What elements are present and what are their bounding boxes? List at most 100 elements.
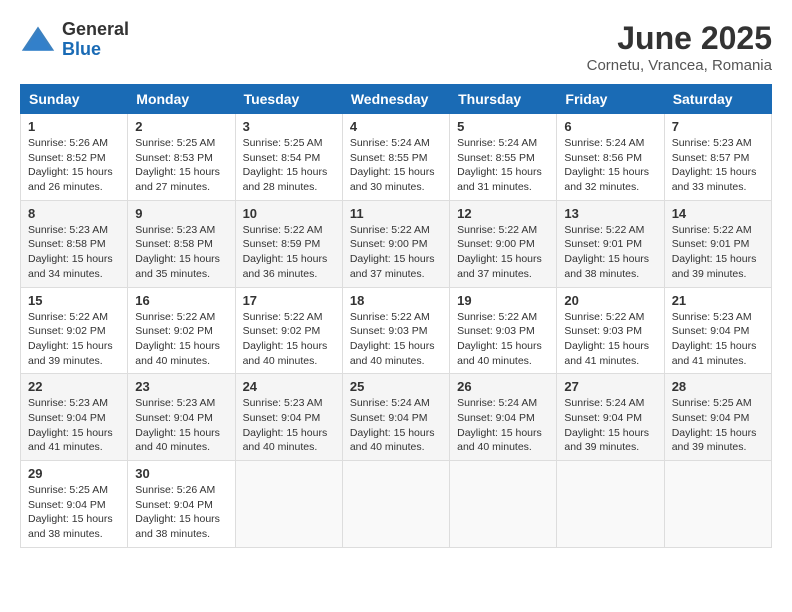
- day-number: 6: [564, 119, 656, 134]
- calendar-subtitle: Cornetu, Vrancea, Romania: [587, 57, 772, 74]
- logo-general-text: General: [62, 20, 129, 40]
- day-number: 7: [672, 119, 764, 134]
- calendar-cell: 12 Sunrise: 5:22 AMSunset: 9:00 PMDayligh…: [450, 200, 557, 287]
- day-number: 13: [564, 206, 656, 221]
- calendar-cell: 3Sunrise: 5:25 AMSunset: 8:54 PMDaylight…: [235, 114, 342, 201]
- day-number: 20: [564, 293, 656, 308]
- calendar-cell: 2 Sunrise: 5:25 AMSunset: 8:53 PMDaylight…: [128, 114, 235, 201]
- day-number: 5: [457, 119, 549, 134]
- logo-blue-text: Blue: [62, 40, 129, 60]
- calendar-table: SundayMondayTuesdayWednesdayThursdayFrid…: [20, 84, 772, 548]
- calendar-cell: [235, 461, 342, 548]
- day-number: 19: [457, 293, 549, 308]
- day-info: Sunrise: 5:26 AMSunset: 8:52 PMDaylight:…: [28, 136, 120, 195]
- day-info: Sunrise: 5:22 AMSunset: 9:01 PMDaylight:…: [564, 223, 656, 282]
- calendar-cell: 9Sunrise: 5:23 AMSunset: 8:58 PMDaylight…: [128, 200, 235, 287]
- day-number: 30: [135, 466, 227, 481]
- day-number: 21: [672, 293, 764, 308]
- logo-icon: [20, 22, 56, 58]
- calendar-cell: [664, 461, 771, 548]
- day-number: 23: [135, 379, 227, 394]
- day-number: 26: [457, 379, 549, 394]
- day-number: 14: [672, 206, 764, 221]
- calendar-header-row: SundayMondayTuesdayWednesdayThursdayFrid…: [21, 85, 772, 114]
- column-header-friday: Friday: [557, 85, 664, 114]
- calendar-cell: 11 Sunrise: 5:22 AMSunset: 9:00 PMDayligh…: [342, 200, 449, 287]
- day-info: Sunrise: 5:22 AMSunset: 9:02 PMDaylight:…: [243, 310, 335, 369]
- column-header-sunday: Sunday: [21, 85, 128, 114]
- day-number: 4: [350, 119, 442, 134]
- calendar-cell: 27 Sunrise: 5:24 AMSunset: 9:04 PMDayligh…: [557, 374, 664, 461]
- day-number: 11: [350, 206, 442, 221]
- day-info: Sunrise: 5:23 AMSunset: 9:04 PMDaylight:…: [672, 310, 764, 369]
- day-number: 24: [243, 379, 335, 394]
- column-header-thursday: Thursday: [450, 85, 557, 114]
- day-info: Sunrise: 5:23 AMSunset: 8:58 PMDaylight:…: [135, 223, 227, 282]
- day-info: Sunrise: 5:24 AMSunset: 9:04 PMDaylight:…: [564, 396, 656, 455]
- calendar-cell: 21 Sunrise: 5:23 AMSunset: 9:04 PMDayligh…: [664, 287, 771, 374]
- day-info: Sunrise: 5:25 AMSunset: 8:53 PMDaylight:…: [135, 136, 227, 195]
- calendar-cell: 16 Sunrise: 5:22 AMSunset: 9:02 PMDayligh…: [128, 287, 235, 374]
- day-number: 18: [350, 293, 442, 308]
- day-number: 16: [135, 293, 227, 308]
- column-header-saturday: Saturday: [664, 85, 771, 114]
- day-info: Sunrise: 5:25 AMSunset: 9:04 PMDaylight:…: [672, 396, 764, 455]
- day-number: 2: [135, 119, 227, 134]
- calendar-cell: 6 Sunrise: 5:24 AMSunset: 8:56 PMDaylight…: [557, 114, 664, 201]
- column-header-wednesday: Wednesday: [342, 85, 449, 114]
- calendar-title: June 2025: [587, 20, 772, 57]
- day-number: 22: [28, 379, 120, 394]
- calendar-cell: 19Sunrise: 5:22 AMSunset: 9:03 PMDayligh…: [450, 287, 557, 374]
- day-number: 1: [28, 119, 120, 134]
- day-number: 8: [28, 206, 120, 221]
- calendar-week-row: 22 Sunrise: 5:23 AMSunset: 9:04 PMDayligh…: [21, 374, 772, 461]
- day-info: Sunrise: 5:26 AMSunset: 9:04 PMDaylight:…: [135, 483, 227, 542]
- calendar-cell: [450, 461, 557, 548]
- day-info: Sunrise: 5:24 AMSunset: 8:56 PMDaylight:…: [564, 136, 656, 195]
- day-info: Sunrise: 5:24 AMSunset: 8:55 PMDaylight:…: [457, 136, 549, 195]
- day-number: 27: [564, 379, 656, 394]
- day-number: 28: [672, 379, 764, 394]
- calendar-cell: 22Sunrise: 5:23 AMSunset: 9:04 PMDayligh…: [21, 374, 128, 461]
- day-info: Sunrise: 5:22 AMSunset: 9:00 PMDaylight:…: [457, 223, 549, 282]
- page-header: General Blue June 2025 Cornetu, Vrancea,…: [20, 20, 772, 74]
- day-number: 10: [243, 206, 335, 221]
- calendar-week-row: 15 Sunrise: 5:22 AMSunset: 9:02 PMDayligh…: [21, 287, 772, 374]
- calendar-cell: 26 Sunrise: 5:24 AMSunset: 9:04 PMDayligh…: [450, 374, 557, 461]
- day-info: Sunrise: 5:22 AMSunset: 9:03 PMDaylight:…: [350, 310, 442, 369]
- day-info: Sunrise: 5:22 AMSunset: 9:02 PMDaylight:…: [135, 310, 227, 369]
- day-info: Sunrise: 5:23 AMSunset: 9:04 PMDaylight:…: [135, 396, 227, 455]
- day-info: Sunrise: 5:25 AMSunset: 8:54 PMDaylight:…: [243, 136, 335, 195]
- calendar-cell: 8 Sunrise: 5:23 AMSunset: 8:58 PMDaylight…: [21, 200, 128, 287]
- logo-text: General Blue: [62, 20, 129, 60]
- day-info: Sunrise: 5:22 AMSunset: 9:01 PMDaylight:…: [672, 223, 764, 282]
- calendar-cell: 13 Sunrise: 5:22 AMSunset: 9:01 PMDayligh…: [557, 200, 664, 287]
- day-info: Sunrise: 5:23 AMSunset: 9:04 PMDaylight:…: [243, 396, 335, 455]
- column-header-tuesday: Tuesday: [235, 85, 342, 114]
- calendar-cell: 23 Sunrise: 5:23 AMSunset: 9:04 PMDayligh…: [128, 374, 235, 461]
- calendar-cell: 10 Sunrise: 5:22 AMSunset: 8:59 PMDayligh…: [235, 200, 342, 287]
- day-info: Sunrise: 5:24 AMSunset: 9:04 PMDaylight:…: [350, 396, 442, 455]
- day-number: 12: [457, 206, 549, 221]
- calendar-cell: 30 Sunrise: 5:26 AMSunset: 9:04 PMDayligh…: [128, 461, 235, 548]
- calendar-week-row: 1 Sunrise: 5:26 AMSunset: 8:52 PMDaylight…: [21, 114, 772, 201]
- calendar-cell: 28 Sunrise: 5:25 AMSunset: 9:04 PMDayligh…: [664, 374, 771, 461]
- day-info: Sunrise: 5:23 AMSunset: 8:58 PMDaylight:…: [28, 223, 120, 282]
- calendar-cell: 17Sunrise: 5:22 AMSunset: 9:02 PMDayligh…: [235, 287, 342, 374]
- calendar-cell: 1 Sunrise: 5:26 AMSunset: 8:52 PMDaylight…: [21, 114, 128, 201]
- calendar-cell: 7 Sunrise: 5:23 AMSunset: 8:57 PMDaylight…: [664, 114, 771, 201]
- calendar-cell: [557, 461, 664, 548]
- calendar-cell: 20 Sunrise: 5:22 AMSunset: 9:03 PMDayligh…: [557, 287, 664, 374]
- day-info: Sunrise: 5:24 AMSunset: 9:04 PMDaylight:…: [457, 396, 549, 455]
- day-number: 29: [28, 466, 120, 481]
- calendar-cell: 24 Sunrise: 5:23 AMSunset: 9:04 PMDayligh…: [235, 374, 342, 461]
- day-number: 15: [28, 293, 120, 308]
- day-info: Sunrise: 5:22 AMSunset: 8:59 PMDaylight:…: [243, 223, 335, 282]
- calendar-week-row: 29 Sunrise: 5:25 AMSunset: 9:04 PMDayligh…: [21, 461, 772, 548]
- day-info: Sunrise: 5:25 AMSunset: 9:04 PMDaylight:…: [28, 483, 120, 542]
- day-info: Sunrise: 5:23 AMSunset: 8:57 PMDaylight:…: [672, 136, 764, 195]
- day-number: 25: [350, 379, 442, 394]
- day-info: Sunrise: 5:22 AMSunset: 9:00 PMDaylight:…: [350, 223, 442, 282]
- day-info: Sunrise: 5:22 AMSunset: 9:03 PMDaylight:…: [564, 310, 656, 369]
- calendar-week-row: 8 Sunrise: 5:23 AMSunset: 8:58 PMDaylight…: [21, 200, 772, 287]
